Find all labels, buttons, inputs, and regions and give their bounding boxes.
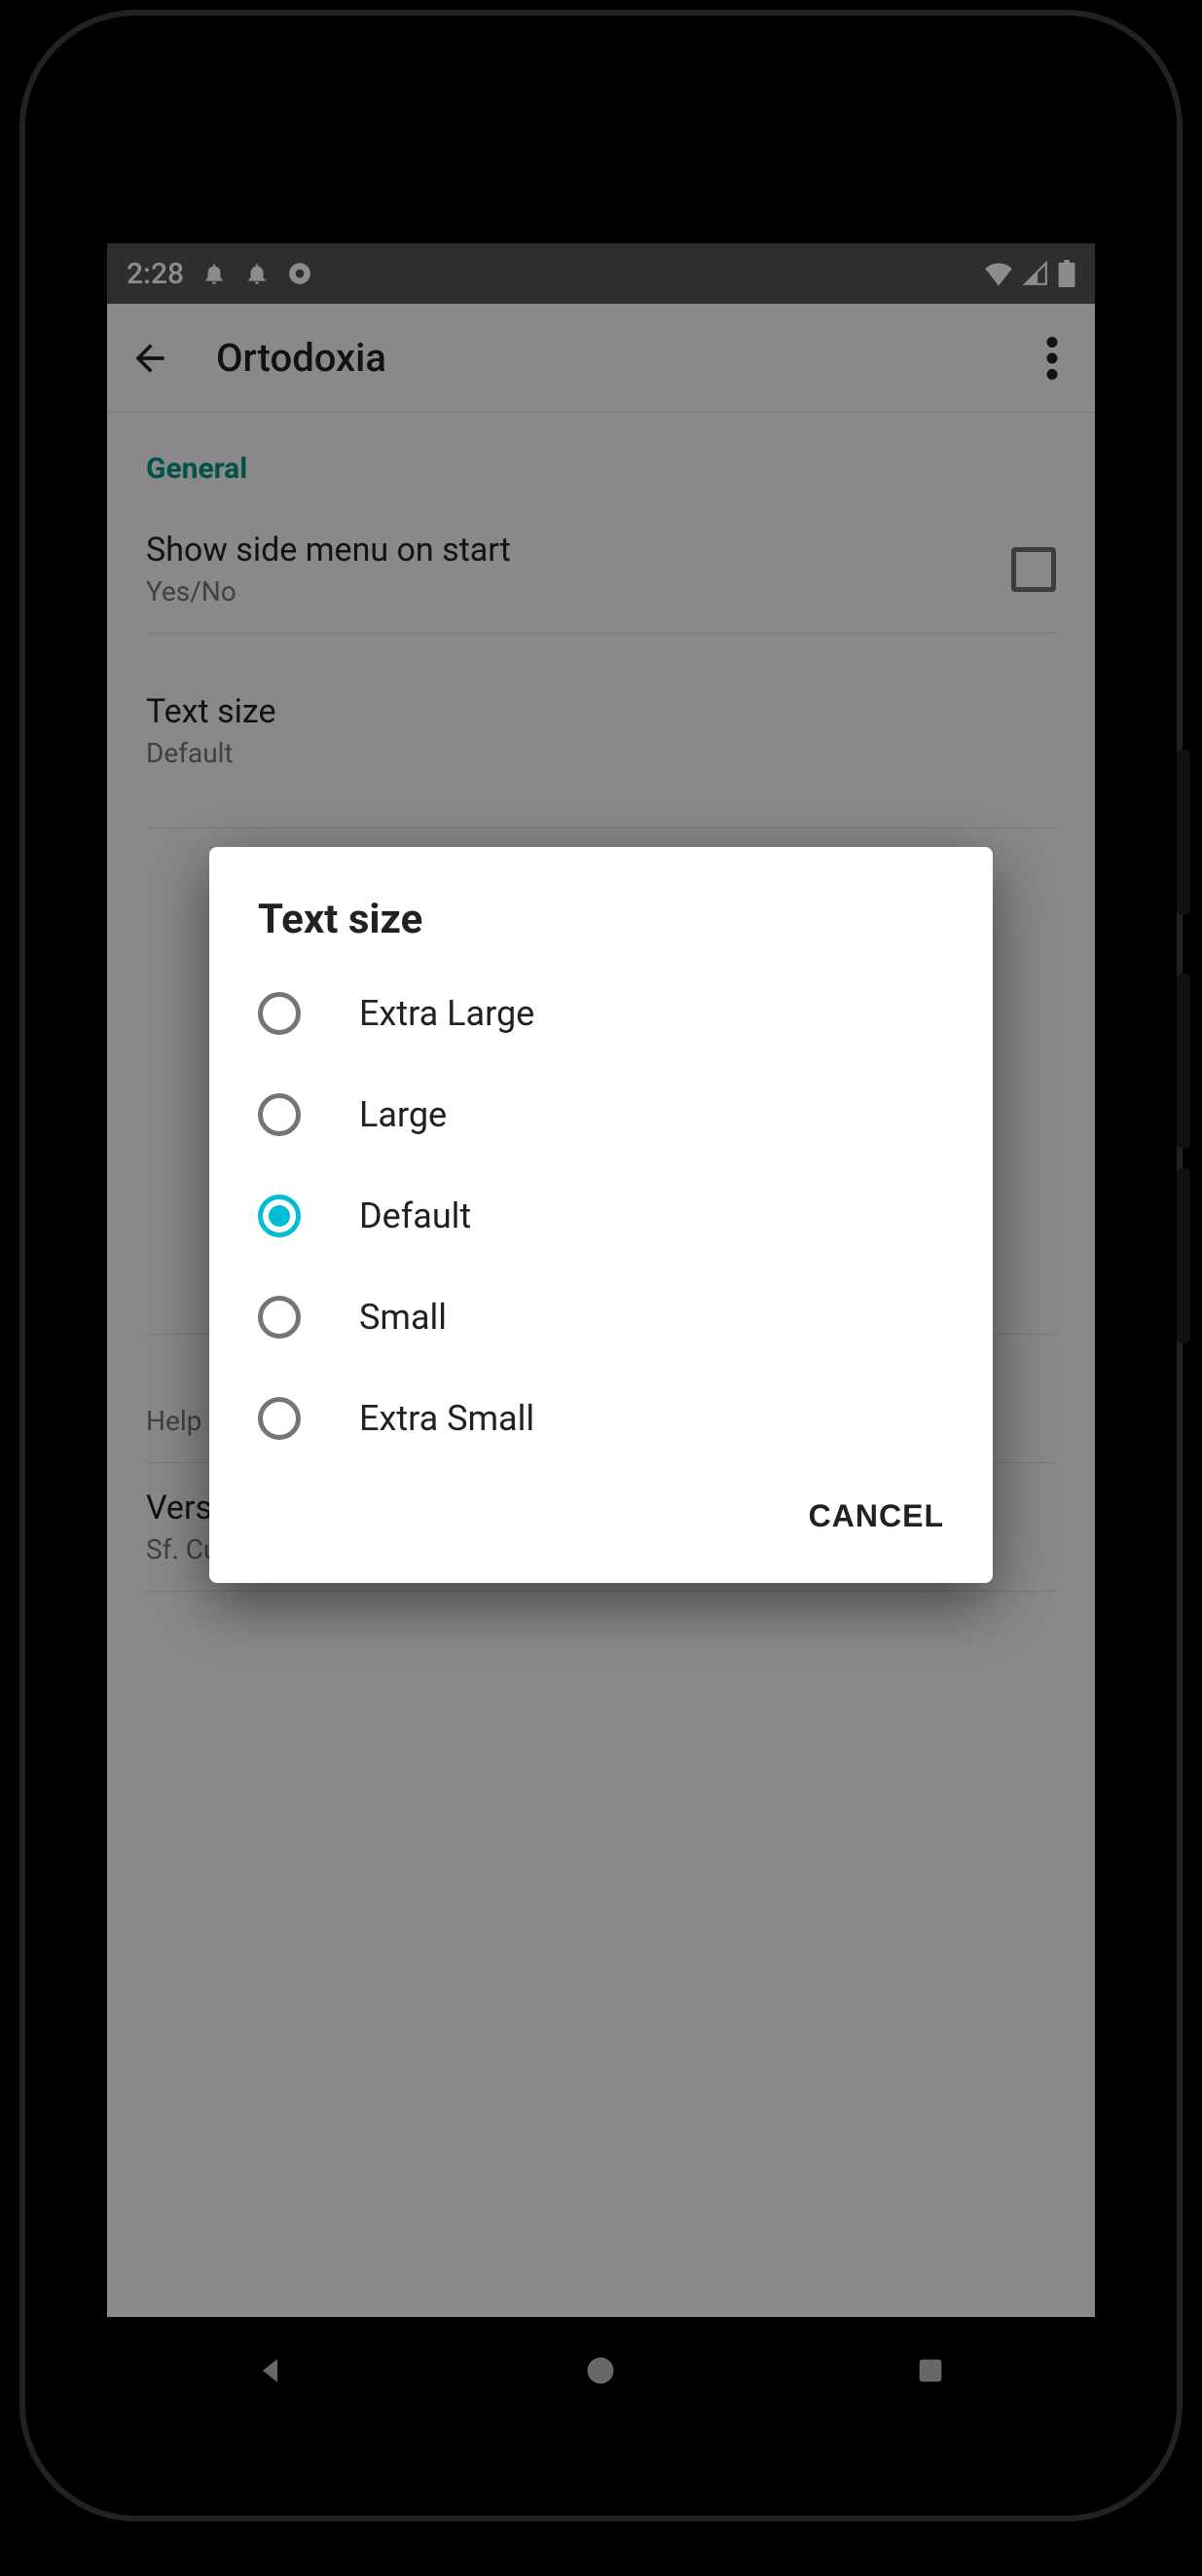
- status-bar: 2:28: [107, 243, 1095, 304]
- status-time: 2:28: [127, 257, 184, 291]
- bell-icon: [201, 261, 227, 286]
- pref-text-size[interactable]: Text size Default: [146, 634, 1056, 828]
- radio-label: Extra Small: [359, 1398, 534, 1439]
- radio-icon: [258, 1195, 301, 1237]
- power-button: [1177, 750, 1190, 915]
- radio-option-extra-small[interactable]: Extra Small: [209, 1368, 993, 1469]
- screen: 2:28: [107, 243, 1095, 2424]
- pref-show-side-menu[interactable]: Show side menu on start Yes/No: [146, 505, 1056, 634]
- dialog-title: Text size: [209, 896, 993, 963]
- text-size-dialog: Text size Extra Large Large Default Smal…: [209, 847, 993, 1583]
- radio-icon: [258, 1296, 301, 1339]
- pref-summary: Default: [146, 737, 1056, 769]
- radio-icon: [258, 992, 301, 1035]
- radio-label: Default: [359, 1196, 471, 1236]
- radio-option-default[interactable]: Default: [209, 1165, 993, 1267]
- section-header-general: General: [146, 413, 1056, 505]
- overflow-menu-button[interactable]: [1025, 331, 1079, 386]
- phone-frame: 2:28: [19, 10, 1183, 2521]
- wifi-icon: [984, 261, 1013, 286]
- bell-icon: [244, 261, 270, 286]
- cancel-button[interactable]: CANCEL: [809, 1498, 944, 1534]
- pref-title: Text size: [146, 692, 1056, 731]
- nav-recent-button[interactable]: [909, 2349, 952, 2392]
- volume-down-button: [1177, 1168, 1190, 1343]
- pref-title: Show side menu on start: [146, 531, 1011, 570]
- volume-up-button: [1177, 974, 1190, 1149]
- back-button[interactable]: [123, 331, 177, 386]
- navigation-bar: [107, 2317, 1095, 2424]
- radio-icon: [258, 1397, 301, 1440]
- radio-option-extra-large[interactable]: Extra Large: [209, 963, 993, 1064]
- radio-label: Extra Large: [359, 993, 534, 1034]
- radio-label: Large: [359, 1094, 447, 1135]
- radio-label: Small: [359, 1297, 447, 1338]
- nav-back-button[interactable]: [250, 2349, 293, 2392]
- app-bar: Ortodoxia: [107, 304, 1095, 413]
- radio-option-large[interactable]: Large: [209, 1064, 993, 1165]
- pref-summary: Yes/No: [146, 575, 1011, 607]
- battery-icon: [1058, 260, 1075, 287]
- checkbox-icon[interactable]: [1011, 547, 1056, 592]
- app-title: Ortodoxia: [216, 335, 386, 381]
- radio-option-small[interactable]: Small: [209, 1267, 993, 1368]
- app-circle-icon: [287, 261, 312, 286]
- radio-icon: [258, 1093, 301, 1136]
- signal-icon: [1023, 261, 1048, 286]
- nav-home-button[interactable]: [579, 2349, 622, 2392]
